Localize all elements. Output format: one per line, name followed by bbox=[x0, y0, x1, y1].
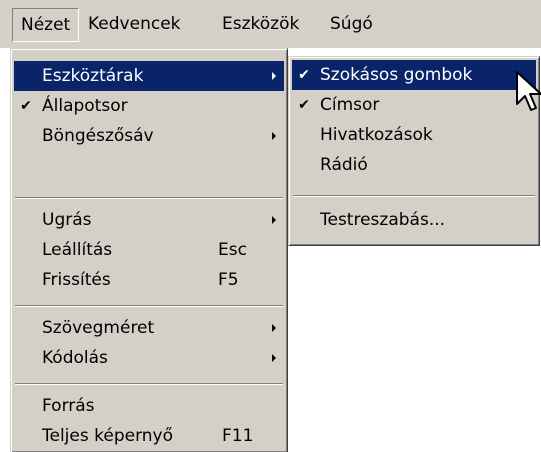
menu-item-radio[interactable]: Rádió bbox=[292, 150, 536, 180]
view-menu: Eszköztárak ✔ Állapotsor Böngészősáv Ugr… bbox=[10, 48, 288, 452]
check-icon: ✔ bbox=[298, 67, 310, 83]
menu-item-label: Címsor bbox=[320, 95, 380, 115]
menu-item-text-size[interactable]: Szövegméret bbox=[14, 313, 284, 343]
menu-item-label: Hivatkozások bbox=[320, 125, 433, 145]
menu-item-encoding[interactable]: Kódolás bbox=[14, 343, 284, 373]
menu-item-label: Kódolás bbox=[42, 348, 108, 368]
menu-help[interactable]: Súgó bbox=[322, 8, 381, 40]
submenu-arrow-icon bbox=[272, 72, 276, 80]
menu-item-standard-buttons[interactable]: ✔ Szokásos gombok bbox=[292, 60, 536, 90]
menu-item-customize[interactable]: Testreszabás... bbox=[292, 205, 536, 235]
submenu-arrow-icon bbox=[272, 216, 276, 224]
mouse-pointer-icon bbox=[516, 71, 541, 111]
menu-item-stop[interactable]: Leállítás Esc bbox=[14, 235, 284, 265]
menu-item-label: Ugrás bbox=[42, 210, 92, 230]
menu-item-status-bar[interactable]: ✔ Állapotsor bbox=[14, 91, 284, 121]
menu-item-label: Forrás bbox=[42, 396, 95, 416]
menu-item-links[interactable]: Hivatkozások bbox=[292, 120, 536, 150]
check-icon: ✔ bbox=[20, 98, 32, 114]
menu-favorites[interactable]: Kedvencek bbox=[80, 8, 189, 40]
check-icon: ✔ bbox=[298, 97, 310, 113]
menu-item-source[interactable]: Forrás bbox=[14, 391, 284, 421]
menu-item-label: Böngészősáv bbox=[42, 126, 154, 146]
menu-item-go-to[interactable]: Ugrás bbox=[14, 205, 284, 235]
menu-item-address-bar[interactable]: ✔ Címsor bbox=[292, 90, 536, 120]
menu-item-explorer-bar[interactable]: Böngészősáv bbox=[14, 121, 284, 151]
menu-item-shortcut: Esc bbox=[218, 240, 247, 260]
menu-item-full-screen[interactable]: Teljes képernyő F11 bbox=[14, 421, 284, 451]
menu-item-label: Eszköztárak bbox=[42, 66, 144, 86]
submenu-arrow-icon bbox=[272, 132, 276, 140]
menu-separator bbox=[15, 197, 283, 199]
menu-item-label: Testreszabás... bbox=[320, 210, 446, 230]
menu-separator bbox=[293, 195, 535, 197]
menu-bar: Nézet Kedvencek Eszközök Súgó bbox=[0, 0, 541, 49]
menu-item-label: Állapotsor bbox=[42, 96, 128, 116]
menu-tools[interactable]: Eszközök bbox=[214, 8, 307, 40]
submenu-arrow-icon bbox=[272, 354, 276, 362]
menu-item-shortcut: F11 bbox=[222, 426, 254, 446]
menu-item-label: Rádió bbox=[320, 155, 368, 175]
menu-item-label: Teljes képernyő bbox=[42, 426, 173, 446]
menu-view[interactable]: Nézet bbox=[12, 8, 80, 42]
menu-item-label: Leállítás bbox=[42, 240, 113, 260]
menu-item-shortcut: F5 bbox=[218, 270, 239, 290]
toolbars-submenu: ✔ Szokásos gombok ✔ Címsor Hivatkozások … bbox=[288, 56, 540, 246]
menu-separator bbox=[15, 305, 283, 307]
menu-item-label: Szokásos gombok bbox=[320, 65, 473, 85]
menu-item-label: Szövegméret bbox=[42, 318, 155, 338]
menu-item-label: Frissítés bbox=[42, 270, 111, 290]
menu-separator bbox=[15, 383, 283, 385]
submenu-arrow-icon bbox=[272, 324, 276, 332]
menu-item-refresh[interactable]: Frissítés F5 bbox=[14, 265, 284, 295]
menu-item-toolbars[interactable]: Eszköztárak bbox=[14, 61, 284, 91]
